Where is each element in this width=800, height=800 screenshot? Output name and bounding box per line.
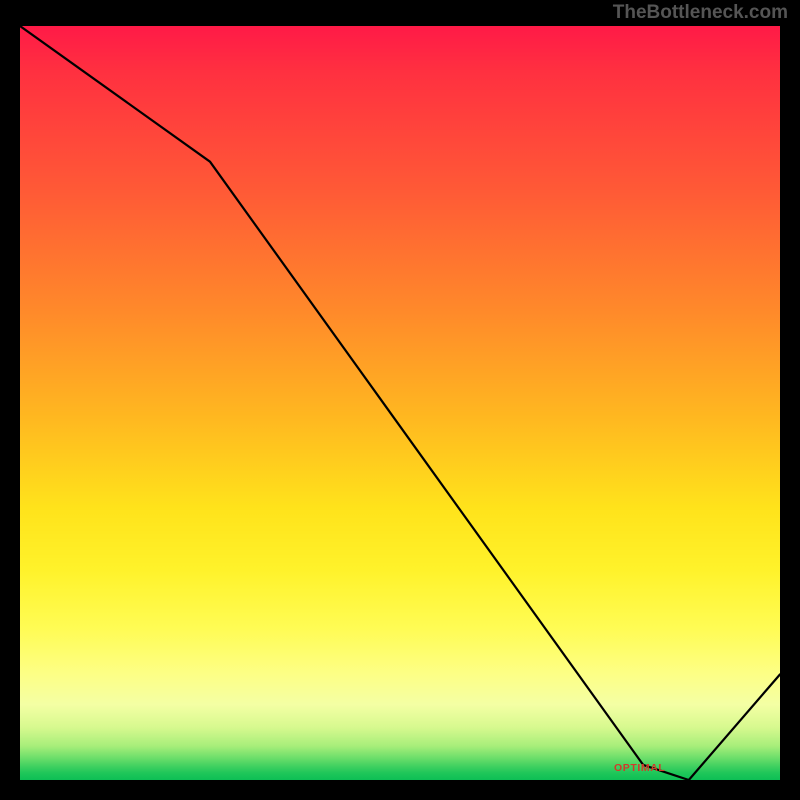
bottleneck-curve bbox=[20, 26, 780, 780]
optimal-label: OPTIMAL bbox=[614, 762, 665, 774]
plot-area: OPTIMAL bbox=[20, 26, 780, 780]
watermark-text: TheBottleneck.com bbox=[613, 2, 788, 24]
chart-root: TheBottleneck.com OPTIMAL bbox=[0, 0, 800, 800]
